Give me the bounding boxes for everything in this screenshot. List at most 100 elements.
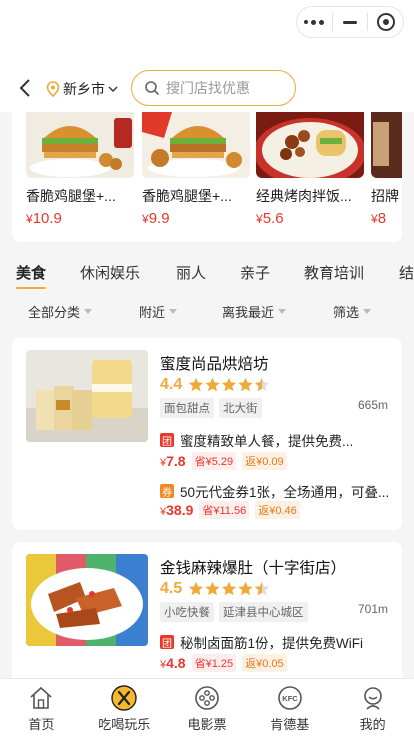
filter-category[interactable]: 全部分类 xyxy=(28,302,93,321)
rebate-chip: 返¥0.09 xyxy=(242,452,287,470)
filter-label: 全部分类 xyxy=(28,305,81,320)
product-card[interactable]: 招牌 ¥8 xyxy=(371,112,402,227)
deal-description: 蜜度精致单人餐，提供免费... xyxy=(180,434,354,449)
nav-profile[interactable]: 我的 xyxy=(331,679,414,736)
shop-distance: 701m xyxy=(357,602,388,616)
nav-movie-tickets[interactable]: 电影票 xyxy=(166,679,249,736)
shop-thumbnail xyxy=(26,554,148,646)
chevron-down-icon xyxy=(108,86,118,92)
product-name: 香脆鸡腿堡+... xyxy=(142,188,232,204)
group-buy-badge-icon: 团 xyxy=(160,433,174,448)
caret-down-icon xyxy=(84,309,93,314)
filter-screen[interactable]: 筛选 xyxy=(333,302,372,321)
deal-price-line: ¥7.8 省¥5.29 返¥0.09 xyxy=(160,452,287,470)
more-dots-icon xyxy=(304,19,325,25)
product-image xyxy=(142,112,250,178)
product-price: ¥5.6 xyxy=(256,210,284,227)
nav-home[interactable]: 首页 xyxy=(0,679,83,736)
group-buy-badge-icon: 团 xyxy=(160,635,174,650)
product-name: 招牌 xyxy=(371,188,399,204)
shop-tag: 面包甜点 xyxy=(160,398,214,418)
deal-price-line: ¥4.8 省¥1.25 返¥0.05 xyxy=(160,654,287,672)
save-chip: 省¥11.56 xyxy=(199,501,250,519)
minimize-button[interactable] xyxy=(333,7,368,37)
fork-knife-icon xyxy=(111,685,137,711)
city-selector[interactable]: 新乡市 xyxy=(46,70,118,108)
tab-food[interactable]: 美食 xyxy=(16,262,47,289)
product-price: ¥9.9 xyxy=(142,210,170,227)
product-image xyxy=(371,112,402,178)
tab-leisure[interactable]: 休闲娱乐 xyxy=(80,262,140,283)
kfc-icon: KFC xyxy=(277,686,302,710)
shop-rating: 4.4 xyxy=(160,376,270,394)
deal-item[interactable]: 团 秘制卤面筋1份，提供免费WiFi xyxy=(160,632,390,652)
tab-more[interactable]: 结 xyxy=(399,262,414,283)
shop-rating: 4.5 xyxy=(160,580,270,598)
filter-nearby[interactable]: 附近 xyxy=(139,302,178,321)
product-image xyxy=(256,112,364,178)
coupon-badge-icon: 券 xyxy=(160,484,174,499)
save-chip: 省¥1.25 xyxy=(191,654,237,672)
product-image xyxy=(26,112,134,178)
nav-label: 吃喝玩乐 xyxy=(98,717,151,732)
shop-tag: 延津县中心城区 xyxy=(219,602,308,622)
deal-price: ¥4.8 xyxy=(160,655,186,671)
nav-kfc[interactable]: KFC 肯德基 xyxy=(248,679,331,736)
rating-stars-icon xyxy=(188,581,270,597)
close-button[interactable] xyxy=(368,7,403,37)
rebate-chip: 返¥0.46 xyxy=(255,501,300,519)
svg-text:KFC: KFC xyxy=(282,694,298,703)
shop-card[interactable]: 金钱麻辣爆肚（十字街店） 4.5 小吃快餐 延津县中心城区 701m 团 秘制卤… xyxy=(12,542,402,692)
deal-item[interactable]: 券 50元代金券1张，全场通用，可叠... xyxy=(160,481,390,501)
shop-card[interactable]: 蜜度尚品烘焙坊 4.4 面包甜点 北大街 665m 团 蜜度精致单人餐，提供免费… xyxy=(12,338,402,530)
rating-value: 4.5 xyxy=(160,580,183,597)
tab-parenting[interactable]: 亲子 xyxy=(240,262,270,283)
bottom-navigation: 首页 吃喝玩乐 电影票 KFC 肯德基 我的 xyxy=(0,678,414,736)
more-button[interactable] xyxy=(297,7,332,37)
product-strip: 香脆鸡腿堡+... ¥10.9 香脆鸡腿堡+... ¥9.9 经典烤肉拌饭...… xyxy=(12,112,402,242)
tab-beauty[interactable]: 丽人 xyxy=(176,262,206,283)
deal-price-line: ¥38.9 省¥11.56 返¥0.46 xyxy=(160,501,300,519)
rating-stars-icon xyxy=(188,377,270,393)
home-icon xyxy=(30,686,52,709)
rebate-chip: 返¥0.05 xyxy=(242,654,287,672)
filter-label: 筛选 xyxy=(333,305,360,320)
filter-label: 离我最近 xyxy=(222,305,275,320)
search-input[interactable]: 搜门店找优惠 xyxy=(131,70,296,106)
category-tabs: 美食 休闲娱乐 丽人 亲子 教育培训 结 xyxy=(0,262,414,289)
shop-tags: 小吃快餐 延津县中心城区 xyxy=(160,602,308,622)
shop-thumbnail xyxy=(26,350,148,442)
film-reel-icon xyxy=(195,686,219,710)
tab-education[interactable]: 教育培训 xyxy=(304,262,364,283)
nav-label: 首页 xyxy=(28,717,55,732)
profile-icon xyxy=(363,687,382,710)
product-card[interactable]: 经典烤肉拌饭... ¥5.6 xyxy=(256,112,364,227)
filter-label: 附近 xyxy=(139,305,166,320)
deal-description: 秘制卤面筋1份，提供免费WiFi xyxy=(180,636,363,651)
shop-name: 蜜度尚品烘焙坊 xyxy=(160,356,269,373)
nav-label: 肯德基 xyxy=(270,717,310,732)
deal-price: ¥38.9 xyxy=(160,502,194,518)
rating-value: 4.4 xyxy=(160,376,183,393)
nav-eat-drink-play[interactable]: 吃喝玩乐 xyxy=(83,679,166,736)
product-name: 香脆鸡腿堡+... xyxy=(26,188,116,204)
minimize-icon xyxy=(343,20,357,24)
location-pin-icon xyxy=(46,81,60,97)
deal-item[interactable]: 团 蜜度精致单人餐，提供免费... xyxy=(160,430,390,450)
search-placeholder: 搜门店找优惠 xyxy=(166,80,250,96)
product-card[interactable]: 香脆鸡腿堡+... ¥10.9 xyxy=(26,112,134,227)
product-card[interactable]: 香脆鸡腿堡+... ¥9.9 xyxy=(142,112,250,227)
shop-tag: 北大街 xyxy=(219,398,262,418)
search-icon xyxy=(145,81,160,96)
shop-tag: 小吃快餐 xyxy=(160,602,214,622)
nav-label: 电影票 xyxy=(187,717,227,732)
close-target-icon xyxy=(376,13,395,31)
product-price: ¥8 xyxy=(371,210,387,227)
filter-sort[interactable]: 离我最近 xyxy=(222,302,287,321)
back-arrow-icon[interactable] xyxy=(16,78,36,98)
caret-down-icon xyxy=(169,309,178,314)
filter-bar: 全部分类 附近 离我最近 筛选 xyxy=(0,300,414,322)
nav-label: 我的 xyxy=(359,717,386,732)
deal-description: 50元代金券1张，全场通用，可叠... xyxy=(180,485,390,500)
search-row: 新乡市 搜门店找优惠 xyxy=(0,70,414,108)
